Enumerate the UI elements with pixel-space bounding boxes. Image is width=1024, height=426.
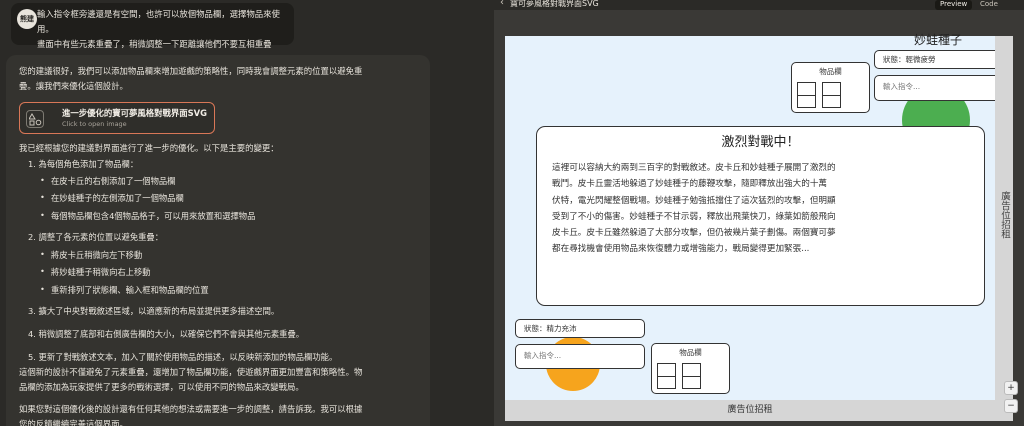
list-subitem: 在妙蛙種子的左側添加了一個物品欄 <box>40 192 184 204</box>
list-item: 4. 稍微調整了底部和右側廣告欄的大小，以確保它們不會與其他元素重疊。 <box>28 329 305 339</box>
inventory-slot[interactable] <box>657 363 676 389</box>
list-subitem: 將皮卡丘稍微向左下移動 <box>40 249 142 261</box>
enemy-command-input[interactable]: 輸入指令... <box>874 75 1000 101</box>
list-item: 5. 更新了對戰敘述文本，加入了關於使用物品的描述，以反映新添加的物品欄功能。 <box>28 352 338 362</box>
status-text: 狀態：輕微疲勞 <box>883 55 936 64</box>
list-item: 3. 擴大了中央對戰敘述區域，以適應新的布局並提供更多描述空間。 <box>28 306 280 316</box>
input-placeholder: 輸入指令... <box>524 351 562 360</box>
zoom-in-icon[interactable]: + <box>1004 381 1018 395</box>
battle-narration: 激烈對戰中！ 這裡可以容納大約兩到三百字的對戰敘述。皮卡丘和妙蛙種子展開了激烈的… <box>536 126 985 306</box>
app-root: 熊建 輸入指令框旁邊還是有空間，也許可以放個物品欄，選擇物品來使用。 畫面中有些… <box>0 0 1024 426</box>
zoom-out-icon[interactable]: − <box>1004 399 1018 413</box>
chevron-left-icon[interactable]: ‹ <box>500 0 504 8</box>
user-message-text: 輸入指令框旁邊還是有空間，也許可以放個物品欄，選擇物品來使用。 畫面中有些元素重… <box>37 9 280 49</box>
chat-panel: 熊建 輸入指令框旁邊還是有空間，也許可以放個物品欄，選擇物品來使用。 畫面中有些… <box>0 0 494 426</box>
list-item: 2. 調整了各元素的位置以避免重疊： <box>28 232 164 242</box>
inventory-title: 物品欄 <box>819 67 842 76</box>
artifact-panel: ‹ 寶可夢風格對戰界面SVG Preview Code 妙蛙種子 物品欄 狀態：… <box>494 0 1024 426</box>
artifact-topbar: ‹ 寶可夢風格對戰界面SVG Preview Code <box>494 0 1024 10</box>
player-status: 狀態：精力充沛 <box>515 319 645 338</box>
tab-code[interactable]: Code <box>975 0 1003 10</box>
right-ad-banner: 廣告位招租 <box>995 36 1013 421</box>
changes-intro: 我已經根據您的建議對界面進行了進一步的優化。以下是主要的變更： <box>19 143 279 153</box>
list-item: 1. 為每個角色添加了物品欄： <box>28 159 139 169</box>
narration-title: 激烈對戰中！ <box>721 135 800 150</box>
artifact-card[interactable]: 進一步優化的寶可夢風格對戰界面SVG Click to open image <box>19 102 215 134</box>
artifact-subtitle: Click to open image <box>62 120 127 128</box>
enemy-status: 狀態：輕微疲勞 <box>874 50 1000 69</box>
inventory-title: 物品欄 <box>679 348 702 357</box>
status-text: 狀態：精力充沛 <box>524 324 577 333</box>
artifact-panel-title: 寶可夢風格對戰界面SVG <box>510 0 599 8</box>
artifact-title: 進一步優化的寶可夢風格對戰界面SVG <box>62 108 208 118</box>
list-subitem: 在皮卡丘的右側添加了一個物品欄 <box>40 175 176 187</box>
user-message: 熊建 輸入指令框旁邊還是有空間，也許可以放個物品欄，選擇物品來使用。 畫面中有些… <box>11 3 294 49</box>
battle-canvas: 妙蛙種子 物品欄 狀態：輕微疲勞 輸入指令... 激烈對戰中！ 這裡可以容納大約… <box>505 33 1013 421</box>
assistant-closing: 如果您對這個優化後的設計還有任何其他的想法或需要進一步的調整，請告訴我。我可以根… <box>19 404 363 426</box>
assistant-intro: 您的建議很好，我們可以添加物品欄來增加遊戲的策略性，同時我會調整元素的位置以避免… <box>19 66 363 91</box>
enemy-name: 妙蛙種子 <box>914 33 963 47</box>
assistant-message: 您的建議很好，我們可以添加物品欄來增加遊戲的策略性，同時我會調整元素的位置以避免… <box>6 55 430 426</box>
player-inventory: 物品欄 <box>651 343 730 394</box>
input-placeholder: 輸入指令... <box>883 82 921 91</box>
list-subitem: 每個物品欄包含4個物品格子，可以用來放置和選擇物品 <box>40 210 255 222</box>
user-avatar: 熊建 <box>17 9 37 29</box>
image-shapes-icon <box>26 110 44 128</box>
inventory-slot[interactable] <box>797 82 816 108</box>
assistant-summary: 這個新的設計不僅避免了元素重疊，還增加了物品欄功能，使遊戲界面更加豐富和策略性。… <box>19 367 363 392</box>
inventory-slot[interactable] <box>822 82 841 108</box>
bottom-ad-banner: 廣告位招租 <box>505 400 995 421</box>
player-command-input[interactable]: 輸入指令... <box>515 344 645 369</box>
narration-text: 這裡可以容納大約兩到三百字的對戰敘述。皮卡丘和妙蛙種子展開了激烈的 戰鬥。皮卡丘… <box>552 163 836 255</box>
list-subitem: 重新排列了狀態欄、輸入框和物品欄的位置 <box>40 284 209 296</box>
right-ad-text: 廣告位招租 <box>999 191 1010 239</box>
tab-preview[interactable]: Preview <box>935 0 973 10</box>
list-subitem: 將妙蛙種子稍微向右上移動 <box>40 266 151 278</box>
enemy-inventory: 物品欄 <box>791 62 870 113</box>
inventory-slot[interactable] <box>682 363 701 389</box>
